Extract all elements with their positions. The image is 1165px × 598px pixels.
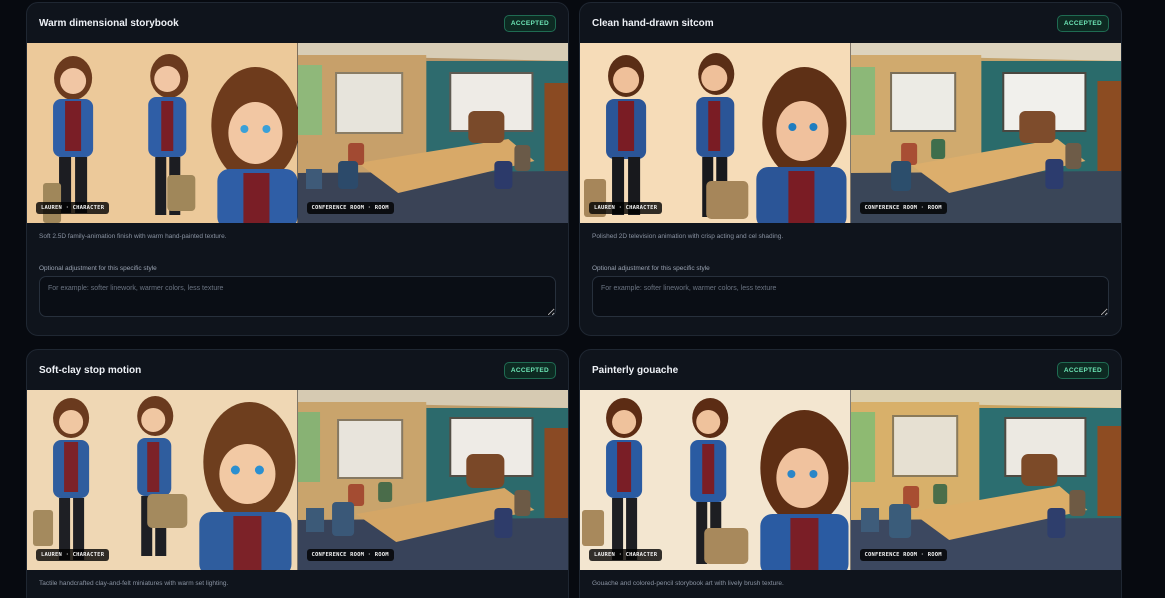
style-card-clay-stop-motion[interactable]: Soft-clay stop motion ACCEPTED LAUREN · … [26, 349, 569, 598]
room-preview[interactable]: CONFERENCE ROOM · ROOM [297, 43, 568, 223]
room-preview[interactable]: CONFERENCE ROOM · ROOM [850, 43, 1121, 223]
room-preview[interactable]: CONFERENCE ROOM · ROOM [297, 390, 568, 570]
card-title: Warm dimensional storybook [39, 17, 179, 29]
preview-images: LAUREN · CHARACTER CONFERENCE ROOM · ROO… [27, 390, 568, 570]
character-tag: LAUREN · CHARACTER [589, 549, 663, 561]
adjustment-label: Optional adjustment for this specific st… [39, 265, 157, 272]
card-header: Warm dimensional storybook ACCEPTED [27, 3, 568, 43]
room-preview[interactable]: CONFERENCE ROOM · ROOM [850, 390, 1121, 570]
card-title: Painterly gouache [592, 364, 679, 376]
room-tag: CONFERENCE ROOM · ROOM [306, 202, 394, 214]
style-description: Polished 2D television animation with cr… [592, 233, 784, 240]
card-title: Clean hand-drawn sitcom [592, 17, 714, 29]
card-header: Soft-clay stop motion ACCEPTED [27, 350, 568, 390]
room-tag: CONFERENCE ROOM · ROOM [859, 549, 947, 561]
style-description: Tactile handcrafted clay-and-felt miniat… [39, 580, 229, 587]
status-badge: ACCEPTED [1056, 14, 1109, 32]
character-preview[interactable]: LAUREN · CHARACTER [580, 43, 851, 223]
room-tag: CONFERENCE ROOM · ROOM [859, 202, 947, 214]
status-badge: ACCEPTED [1056, 361, 1109, 379]
character-preview[interactable]: LAUREN · CHARACTER [27, 390, 298, 570]
character-preview[interactable]: LAUREN · CHARACTER [27, 43, 298, 223]
character-preview[interactable]: LAUREN · CHARACTER [580, 390, 851, 570]
preview-images: LAUREN · CHARACTER CONFERENCE ROOM · ROO… [27, 43, 568, 223]
card-header: Clean hand-drawn sitcom ACCEPTED [580, 3, 1121, 43]
style-card-warm-storybook[interactable]: Warm dimensional storybook ACCEPTED LAUR… [26, 2, 569, 336]
card-title: Soft-clay stop motion [39, 364, 142, 376]
status-badge: ACCEPTED [503, 361, 556, 379]
character-tag: LAUREN · CHARACTER [589, 202, 663, 214]
style-description: Soft 2.5D family-animation finish with w… [39, 233, 227, 240]
adjustment-input[interactable] [39, 276, 556, 317]
style-card-sitcom[interactable]: Clean hand-drawn sitcom ACCEPTED LAUREN … [579, 2, 1122, 336]
room-tag: CONFERENCE ROOM · ROOM [306, 549, 394, 561]
style-card-gouache[interactable]: Painterly gouache ACCEPTED LAUREN · CHAR… [579, 349, 1122, 598]
character-tag: LAUREN · CHARACTER [36, 549, 110, 561]
character-tag: LAUREN · CHARACTER [36, 202, 110, 214]
preview-images: LAUREN · CHARACTER CONFERENCE ROOM · ROO… [580, 390, 1121, 570]
status-badge: ACCEPTED [503, 14, 556, 32]
preview-images: LAUREN · CHARACTER CONFERENCE ROOM · ROO… [580, 43, 1121, 223]
adjustment-label: Optional adjustment for this specific st… [592, 265, 710, 272]
adjustment-input[interactable] [592, 276, 1109, 317]
style-description: Gouache and colored-pencil storybook art… [592, 580, 784, 587]
card-header: Painterly gouache ACCEPTED [580, 350, 1121, 390]
